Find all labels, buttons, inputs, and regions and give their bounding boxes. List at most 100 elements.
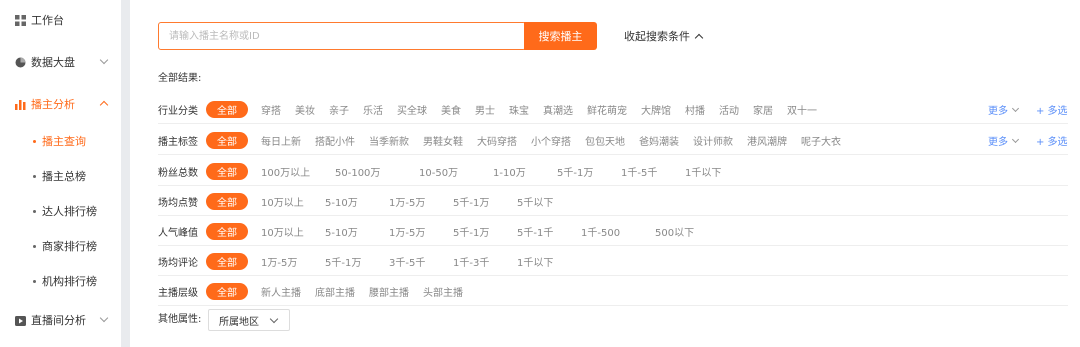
filter-option[interactable]: 500以下 xyxy=(655,224,694,239)
filter-option[interactable]: 当季新款 xyxy=(369,133,409,148)
filter-option[interactable]: 鲜花萌宠 xyxy=(587,102,627,117)
filter-option[interactable]: 底部主播 xyxy=(315,284,355,299)
filter-option[interactable]: 10万以上 xyxy=(261,194,304,209)
filter-option[interactable]: 1千-5千 xyxy=(621,164,657,179)
filter-option[interactable]: 穿搭 xyxy=(261,102,281,117)
filter-row: 人气峰值 全部 10万以上 5-10万 1万-5万 5千-1万 5千-1千 1千-500 500… xyxy=(158,216,1068,246)
filter-option[interactable]: 50-100万 xyxy=(335,164,380,179)
sidebar-item-streamer-analysis[interactable]: 播主分析 xyxy=(0,87,121,121)
filter-option[interactable]: 1万-5万 xyxy=(389,224,425,239)
filter-option[interactable]: 新人主播 xyxy=(261,284,301,299)
filter-option[interactable]: 1千以下 xyxy=(517,254,553,269)
filter-option[interactable]: 5-10万 xyxy=(325,224,358,239)
filter-option[interactable]: 5千-1万 xyxy=(453,194,489,209)
grid-icon xyxy=(15,14,26,26)
filter-option[interactable]: 腰部主播 xyxy=(369,284,409,299)
filter-all-pill[interactable]: 全部 xyxy=(206,253,248,270)
filter-option[interactable]: 5千-1千 xyxy=(517,224,553,239)
sidebar: 工作台 数据大盘 播主分析 播主查询 播主总榜 达人排行榜 商家排行榜 机构排行… xyxy=(0,0,121,347)
main-panel: 搜索播主 收起搜索条件 全部结果: 行业分类全部穿搭美妆亲子乐活买全球美食男士珠… xyxy=(130,0,1080,347)
more-options-label: 更多 xyxy=(988,137,1008,148)
filter-option[interactable]: 爸妈潮装 xyxy=(639,133,679,148)
filter-option[interactable]: 村播 xyxy=(685,102,705,117)
filter-option[interactable]: 家居 xyxy=(753,102,773,117)
multi-select-button[interactable]: + 多选 xyxy=(1036,102,1068,117)
filter-option[interactable]: 呢子大衣 xyxy=(801,133,841,148)
sidebar-item-workbench[interactable]: 工作台 xyxy=(0,3,121,37)
sidebar-item-label: 数据大盘 xyxy=(31,56,75,69)
filter-option[interactable]: 每日上新 xyxy=(261,133,301,148)
chevron-down-icon xyxy=(99,313,109,323)
collapse-filters-link[interactable]: 收起搜索条件 xyxy=(624,28,704,44)
filter-all-pill[interactable]: 全部 xyxy=(206,223,248,240)
filter-option[interactable]: 包包天地 xyxy=(585,133,625,148)
search-input[interactable] xyxy=(159,23,525,49)
filter-all-pill[interactable]: 全部 xyxy=(206,101,248,118)
filter-row: 主播层级 全部 新人主播 底部主播 腰部主播 头部主播 xyxy=(158,276,1068,306)
sidebar-item-data-overview[interactable]: 数据大盘 xyxy=(0,45,121,79)
filter-option[interactable]: 1万-5万 xyxy=(389,194,425,209)
filter-option[interactable]: 10万以上 xyxy=(261,224,304,239)
sidebar-subitem-agency-ranking[interactable]: 机构排行榜 xyxy=(0,264,121,298)
filter-all-pill[interactable]: 全部 xyxy=(206,163,248,180)
bullet-icon xyxy=(33,174,36,178)
filter-option[interactable]: 买全球 xyxy=(397,102,427,117)
filter-option[interactable]: 1千-3千 xyxy=(453,254,489,269)
filter-row-label: 粉丝总数 xyxy=(158,168,198,179)
filter-option[interactable]: 亲子 xyxy=(329,102,349,117)
sidebar-subitem-talent-ranking[interactable]: 达人排行榜 xyxy=(0,194,121,228)
filter-option[interactable]: 5千-1万 xyxy=(453,224,489,239)
filter-row-label: 人气峰值 xyxy=(158,228,198,239)
filter-option[interactable]: 男鞋女鞋 xyxy=(423,133,463,148)
filter-all-pill[interactable]: 全部 xyxy=(206,283,248,300)
filter-option[interactable]: 大码穿搭 xyxy=(477,133,517,148)
filter-option[interactable]: 美妆 xyxy=(295,102,315,117)
filter-row: 场均点赞 全部 10万以上 5-10万 1万-5万 5千-1万 5千以下 xyxy=(158,186,1068,216)
more-options-button[interactable]: 更多 xyxy=(988,133,1020,148)
filter-option[interactable]: 珠宝 xyxy=(509,102,529,117)
filter-option[interactable]: 5千-1万 xyxy=(557,164,593,179)
filter-option[interactable]: 1万-5万 xyxy=(261,254,297,269)
filter-option[interactable]: 1千以下 xyxy=(685,164,721,179)
sidebar-subitem-label: 商家排行榜 xyxy=(42,240,97,253)
multi-select-button[interactable]: + 多选 xyxy=(1036,133,1068,148)
filter-option[interactable]: 1-10万 xyxy=(493,164,526,179)
filter-option[interactable]: 1千-500 xyxy=(581,224,620,239)
region-select[interactable]: 所属地区 xyxy=(208,309,290,331)
sidebar-item-label: 直播间分析 xyxy=(31,314,86,327)
filter-option[interactable]: 5-10万 xyxy=(325,194,358,209)
filter-option[interactable]: 搭配小件 xyxy=(315,133,355,148)
filter-option[interactable]: 美食 xyxy=(441,102,461,117)
more-options-button[interactable]: 更多 xyxy=(988,102,1020,117)
filter-option[interactable]: 大牌馆 xyxy=(641,102,671,117)
filter-option[interactable]: 小个穿搭 xyxy=(531,133,571,148)
filter-option[interactable]: 100万以上 xyxy=(261,164,310,179)
bullet-icon xyxy=(33,139,36,143)
filter-all-pill[interactable]: 全部 xyxy=(206,132,248,149)
filter-all-pill[interactable]: 全部 xyxy=(206,193,248,210)
sidebar-subitem-streamer-ranking[interactable]: 播主总榜 xyxy=(0,159,121,193)
filter-option[interactable]: 5千以下 xyxy=(517,194,553,209)
filter-option[interactable]: 3千-5千 xyxy=(389,254,425,269)
filter-option[interactable]: 真潮选 xyxy=(543,102,573,117)
filter-option[interactable]: 设计师款 xyxy=(693,133,733,148)
sidebar-item-live-room-analysis[interactable]: 直播间分析 xyxy=(0,303,121,337)
sidebar-subitem-streamer-query[interactable]: 播主查询 xyxy=(0,124,121,158)
search-button[interactable]: 搜索播主 xyxy=(524,22,597,50)
filter-option[interactable]: 10-50万 xyxy=(419,164,458,179)
sidebar-subitem-label: 播主查询 xyxy=(42,135,86,148)
collapse-filters-label: 收起搜索条件 xyxy=(624,30,690,43)
filter-option[interactable]: 港风潮牌 xyxy=(747,133,787,148)
filter-option[interactable]: 乐活 xyxy=(363,102,383,117)
filter-option[interactable]: 活动 xyxy=(719,102,739,117)
chevron-down-icon xyxy=(269,314,279,324)
filter-row-label: 场均点赞 xyxy=(158,198,198,209)
search-box xyxy=(158,22,526,50)
filter-option[interactable]: 男士 xyxy=(475,102,495,117)
sidebar-subitem-merchant-ranking[interactable]: 商家排行榜 xyxy=(0,229,121,263)
filter-option[interactable]: 双十一 xyxy=(787,102,817,117)
chevron-down-icon xyxy=(1011,104,1020,112)
filter-option[interactable]: 头部主播 xyxy=(423,284,463,299)
bullet-icon xyxy=(33,244,36,248)
filter-option[interactable]: 5千-1万 xyxy=(325,254,361,269)
